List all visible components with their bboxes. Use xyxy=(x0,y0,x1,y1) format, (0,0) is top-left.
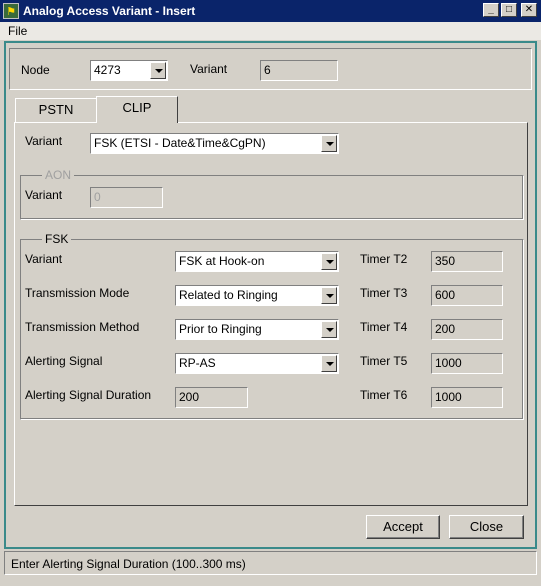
node-label: Node xyxy=(21,63,50,77)
fsk-group-title: FSK xyxy=(42,232,72,246)
window-controls: _ □ ✕ xyxy=(483,3,537,17)
accept-button[interactable]: Accept xyxy=(366,515,440,539)
timer-t3-field[interactable]: 600 xyxy=(431,285,503,306)
timer-t2-field[interactable]: 350 xyxy=(431,251,503,272)
chevron-down-icon[interactable] xyxy=(321,135,337,152)
alerting-duration-label: Alerting Signal Duration xyxy=(25,388,152,402)
timer-t6-field[interactable]: 1000 xyxy=(431,387,503,408)
timer-t4-label: Timer T4 xyxy=(360,320,408,334)
alerting-signal-value: RP-AS xyxy=(179,356,216,370)
clip-variant-value: FSK (ETSI - Date&Time&CgPN) xyxy=(94,136,266,150)
transmission-method-value: Prior to Ringing xyxy=(179,322,262,336)
fsk-variant-label: Variant xyxy=(25,252,63,266)
timer-t4-field[interactable]: 200 xyxy=(431,319,503,340)
aon-variant-label: Variant xyxy=(25,188,63,202)
transmission-mode-value: Related to Ringing xyxy=(179,288,278,302)
maximize-icon[interactable]: □ xyxy=(501,3,517,17)
timer-t2-label: Timer T2 xyxy=(360,252,408,266)
tab-pstn[interactable]: PSTN xyxy=(15,98,97,123)
close-icon[interactable]: ✕ xyxy=(521,3,537,17)
chevron-down-icon[interactable] xyxy=(321,355,337,372)
close-button[interactable]: Close xyxy=(449,515,524,539)
alerting-signal-select[interactable]: RP-AS xyxy=(175,353,339,374)
variant-label: Variant xyxy=(190,62,228,76)
menu-bar: File xyxy=(0,22,541,40)
aon-variant-field: 0 xyxy=(90,187,163,208)
menu-file[interactable]: File xyxy=(8,24,27,38)
tab-clip[interactable]: CLIP xyxy=(96,96,178,123)
node-value: 4273 xyxy=(94,63,121,77)
transmission-method-label: Transmission Method xyxy=(25,320,140,334)
status-bar: Enter Alerting Signal Duration (100..300… xyxy=(4,551,537,575)
timer-t5-field[interactable]: 1000 xyxy=(431,353,503,374)
chevron-down-icon[interactable] xyxy=(150,62,166,79)
alerting-duration-field[interactable]: 200 xyxy=(175,387,248,408)
variant-field[interactable]: 6 xyxy=(260,60,338,81)
transmission-mode-label: Transmission Mode xyxy=(25,286,130,300)
app-icon[interactable]: ⚑ xyxy=(3,3,19,19)
alerting-signal-label: Alerting Signal xyxy=(25,354,103,368)
chevron-down-icon[interactable] xyxy=(321,253,337,270)
fsk-variant-value: FSK at Hook-on xyxy=(179,254,265,268)
timer-t3-label: Timer T3 xyxy=(360,286,408,300)
title-bar: ⚑ Analog Access Variant - Insert _ □ ✕ xyxy=(0,0,541,22)
node-select[interactable]: 4273 xyxy=(90,60,168,81)
clip-variant-label: Variant xyxy=(25,134,63,148)
aon-group-title: AON xyxy=(42,168,75,182)
clip-variant-select[interactable]: FSK (ETSI - Date&Time&CgPN) xyxy=(90,133,339,154)
status-text: Enter Alerting Signal Duration (100..300… xyxy=(11,557,246,571)
timer-t5-label: Timer T5 xyxy=(360,354,408,368)
transmission-method-select[interactable]: Prior to Ringing xyxy=(175,319,339,340)
timer-t6-label: Timer T6 xyxy=(360,388,408,402)
chevron-down-icon[interactable] xyxy=(321,287,337,304)
transmission-mode-select[interactable]: Related to Ringing xyxy=(175,285,339,306)
chevron-down-icon[interactable] xyxy=(321,321,337,338)
fsk-variant-select[interactable]: FSK at Hook-on xyxy=(175,251,339,272)
minimize-icon[interactable]: _ xyxy=(483,3,499,17)
window-title: Analog Access Variant - Insert xyxy=(23,4,196,18)
